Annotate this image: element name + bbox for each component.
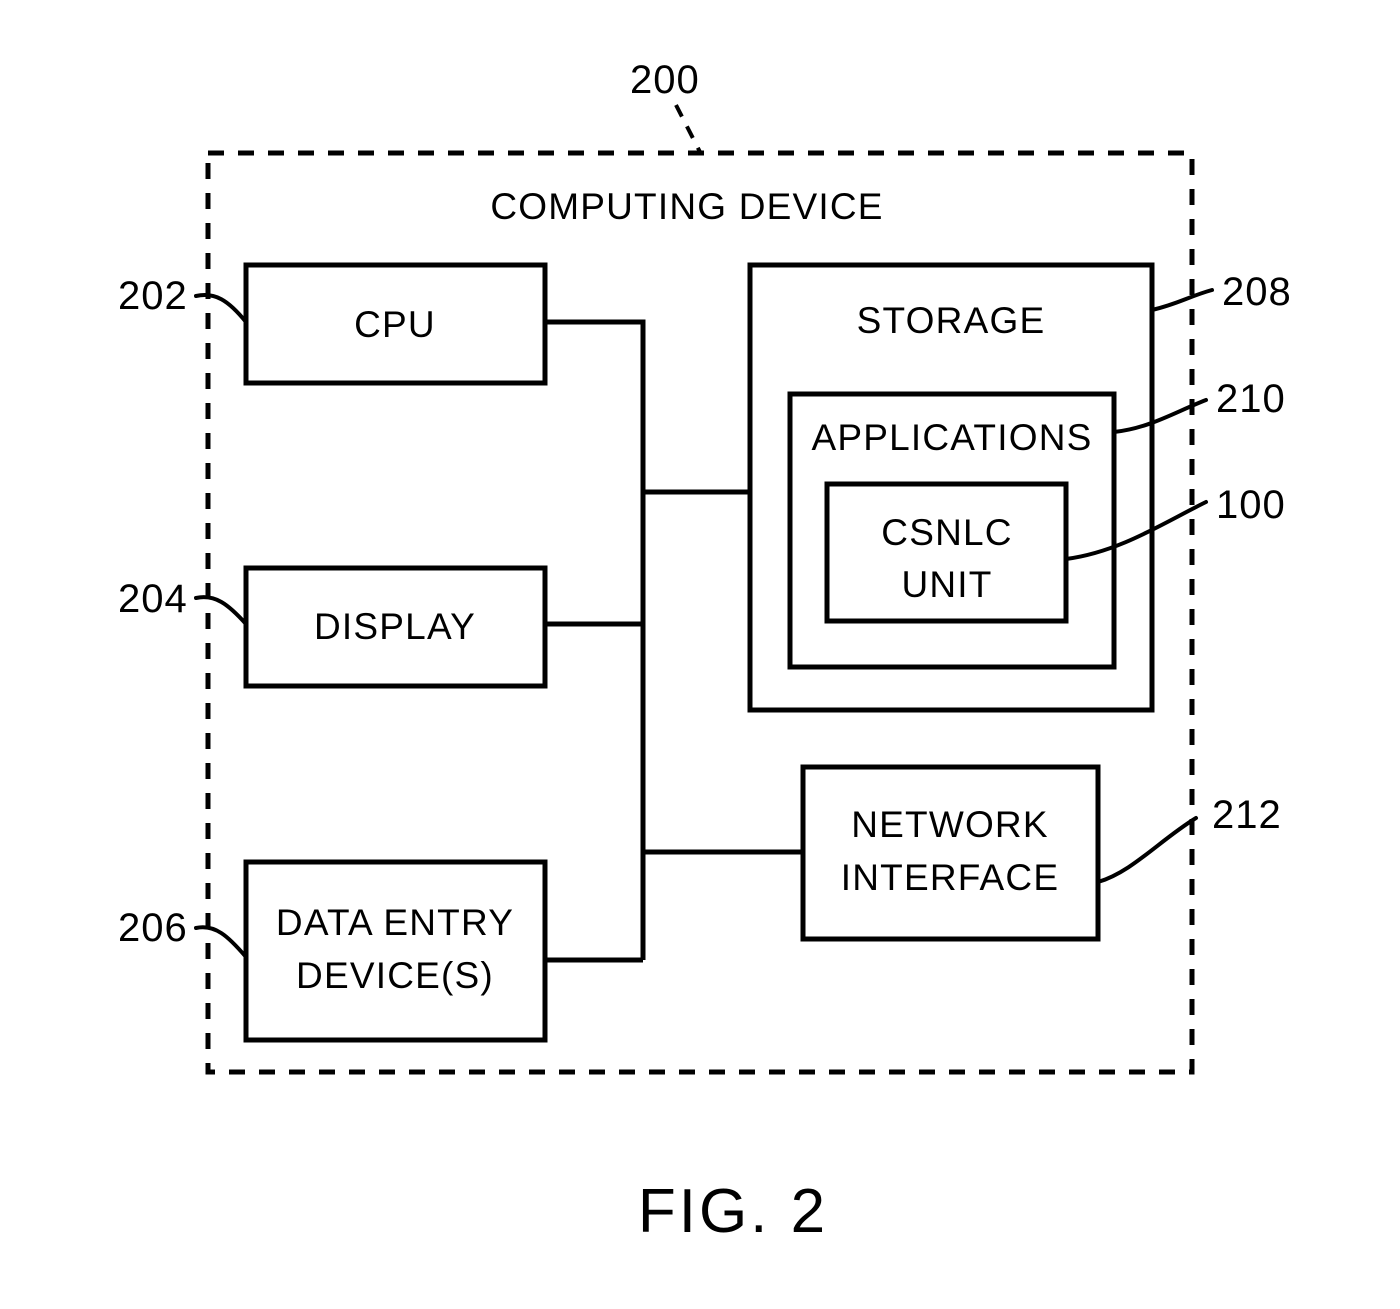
display-label: DISPLAY — [314, 606, 476, 647]
csnlc-unit-label-line1: CSNLC — [881, 512, 1012, 553]
network-interface-label-line1: NETWORK — [851, 804, 1049, 845]
ref-num-cpu: 202 — [118, 274, 188, 318]
bus-main-vertical — [545, 319, 646, 960]
leader-line-computing-device — [674, 104, 702, 153]
computing-device-title: COMPUTING DEVICE — [490, 186, 883, 227]
block-diagram-svg: CPU 202 DISPLAY 204 DATA ENTRY DEVICE(S)… — [118, 58, 1292, 1246]
csnlc-unit-label-line2: UNIT — [901, 564, 992, 605]
ref-num-applications: 210 — [1216, 377, 1286, 421]
ref-num-data-entry: 206 — [118, 906, 188, 950]
storage-label: STORAGE — [857, 300, 1046, 341]
leader-line-data-entry — [194, 925, 248, 959]
ref-num-storage: 208 — [1222, 270, 1292, 314]
ref-num-display: 204 — [118, 577, 188, 621]
ref-num-computing-device: 200 — [630, 58, 700, 102]
leader-line-csnlc-unit — [1064, 500, 1208, 561]
data-entry-label-line1: DATA ENTRY — [276, 902, 514, 943]
ref-num-csnlc-unit: 100 — [1216, 483, 1286, 527]
network-interface-label-line2: INTERFACE — [841, 857, 1059, 898]
data-entry-block — [243, 859, 548, 1043]
patent-figure-2: CPU 202 DISPLAY 204 DATA ENTRY DEVICE(S)… — [0, 0, 1400, 1309]
figure-caption: FIG. 2 — [638, 1177, 828, 1246]
leader-line-network-interface — [1096, 816, 1198, 884]
cpu-label: CPU — [354, 304, 436, 345]
applications-label: APPLICATIONS — [811, 417, 1092, 458]
leader-line-storage — [1150, 288, 1214, 312]
leader-line-applications — [1112, 398, 1208, 434]
leader-line-cpu — [194, 293, 248, 324]
network-interface-block — [800, 764, 1101, 942]
ref-num-network-interface: 212 — [1212, 793, 1282, 837]
data-entry-label-line2: DEVICE(S) — [296, 955, 494, 996]
leader-line-display — [194, 595, 248, 626]
